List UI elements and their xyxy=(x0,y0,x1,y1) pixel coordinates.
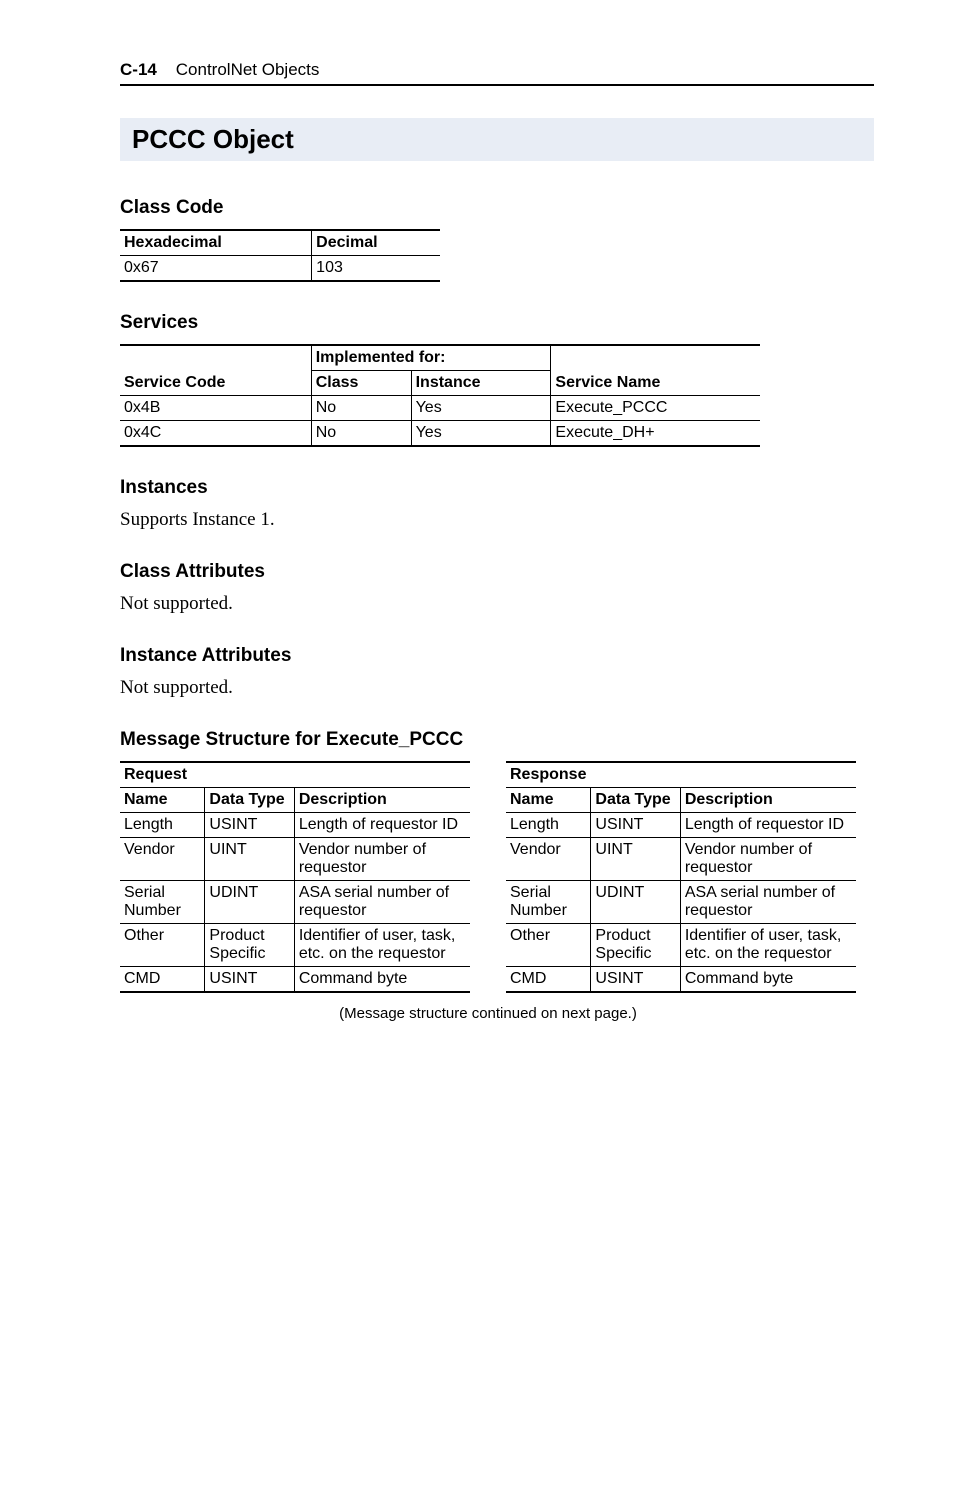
classattrs-heading: Class Attributes xyxy=(120,561,874,583)
cell: ASA serial number of requestor xyxy=(294,881,470,924)
col-name: Name xyxy=(120,788,205,813)
cell: Command byte xyxy=(680,967,856,993)
col-type: Data Type xyxy=(205,788,294,813)
cell: Product Specific xyxy=(591,924,680,967)
cell: No xyxy=(311,421,411,447)
cell: UINT xyxy=(205,838,294,881)
instattrs-heading: Instance Attributes xyxy=(120,645,874,667)
cell: Vendor xyxy=(506,838,591,881)
cell: No xyxy=(311,396,411,421)
cell: Length of requestor ID xyxy=(294,813,470,838)
services-implfor: Implemented for: xyxy=(311,345,551,371)
instattrs-body: Not supported. xyxy=(120,677,874,699)
instances-heading: Instances xyxy=(120,477,874,499)
classattrs-body: Not supported. xyxy=(120,593,874,615)
cell: Vendor number of requestor xyxy=(294,838,470,881)
page-header: C-14 ControlNet Objects xyxy=(120,60,874,86)
instances-body: Supports Instance 1. xyxy=(120,509,874,531)
response-table: Response Name Data Type Description Leng… xyxy=(506,761,856,993)
cell: USINT xyxy=(205,967,294,993)
cell: Serial Number xyxy=(506,881,591,924)
cell: Product Specific xyxy=(205,924,294,967)
cell: USINT xyxy=(591,967,680,993)
chapter-title: ControlNet Objects xyxy=(176,60,320,79)
services-col-class: Class xyxy=(311,371,411,396)
cell: Other xyxy=(120,924,205,967)
page-title: PCCC Object xyxy=(132,124,862,155)
cell-hex: 0x67 xyxy=(120,256,312,282)
cell: Vendor number of requestor xyxy=(680,838,856,881)
cell: CMD xyxy=(120,967,205,993)
classcode-table: Hexadecimal Decimal 0x67 103 xyxy=(120,229,440,282)
title-band: PCCC Object xyxy=(120,118,874,161)
cell: UDINT xyxy=(591,881,680,924)
cell: Identifier of user, task, etc. on the re… xyxy=(680,924,856,967)
col-dec: Decimal xyxy=(312,230,440,256)
col-desc: Description xyxy=(294,788,470,813)
msgstruct-heading: Message Structure for Execute_PCCC xyxy=(120,729,874,751)
services-heading: Services xyxy=(120,312,874,334)
request-label: Request xyxy=(120,762,470,788)
cell: UINT xyxy=(591,838,680,881)
cell: Length xyxy=(506,813,591,838)
services-col-name: Service Name xyxy=(551,371,760,396)
col-desc: Description xyxy=(680,788,856,813)
cell: Length xyxy=(120,813,205,838)
services-table: Implemented for: Service Code Class Inst… xyxy=(120,344,760,447)
services-col-instance: Instance xyxy=(411,371,551,396)
msgstruct-footnote: (Message structure continued on next pag… xyxy=(120,1005,856,1022)
page-header-text: C-14 ControlNet Objects xyxy=(120,60,319,79)
services-col-code: Service Code xyxy=(120,371,311,396)
cell-dec: 103 xyxy=(312,256,440,282)
cell: Length of requestor ID xyxy=(680,813,856,838)
cell: Execute_DH+ xyxy=(551,421,760,447)
cell: Yes xyxy=(411,396,551,421)
cell: Identifier of user, task, etc. on the re… xyxy=(294,924,470,967)
request-table: Request Name Data Type Description Lengt… xyxy=(120,761,470,993)
classcode-heading: Class Code xyxy=(120,197,874,219)
cell: UDINT xyxy=(205,881,294,924)
col-hex: Hexadecimal xyxy=(120,230,312,256)
page-number: C-14 xyxy=(120,60,157,79)
cell: Serial Number xyxy=(120,881,205,924)
col-type: Data Type xyxy=(591,788,680,813)
cell: USINT xyxy=(205,813,294,838)
col-name: Name xyxy=(506,788,591,813)
response-label: Response xyxy=(506,762,856,788)
cell: Yes xyxy=(411,421,551,447)
cell: 0x4C xyxy=(120,421,311,447)
cell: Execute_PCCC xyxy=(551,396,760,421)
cell: Command byte xyxy=(294,967,470,993)
cell: ASA serial number of requestor xyxy=(680,881,856,924)
cell: USINT xyxy=(591,813,680,838)
msgstruct-wrap: Request Name Data Type Description Lengt… xyxy=(120,761,874,993)
cell: 0x4B xyxy=(120,396,311,421)
cell: Vendor xyxy=(120,838,205,881)
cell: CMD xyxy=(506,967,591,993)
cell: Other xyxy=(506,924,591,967)
